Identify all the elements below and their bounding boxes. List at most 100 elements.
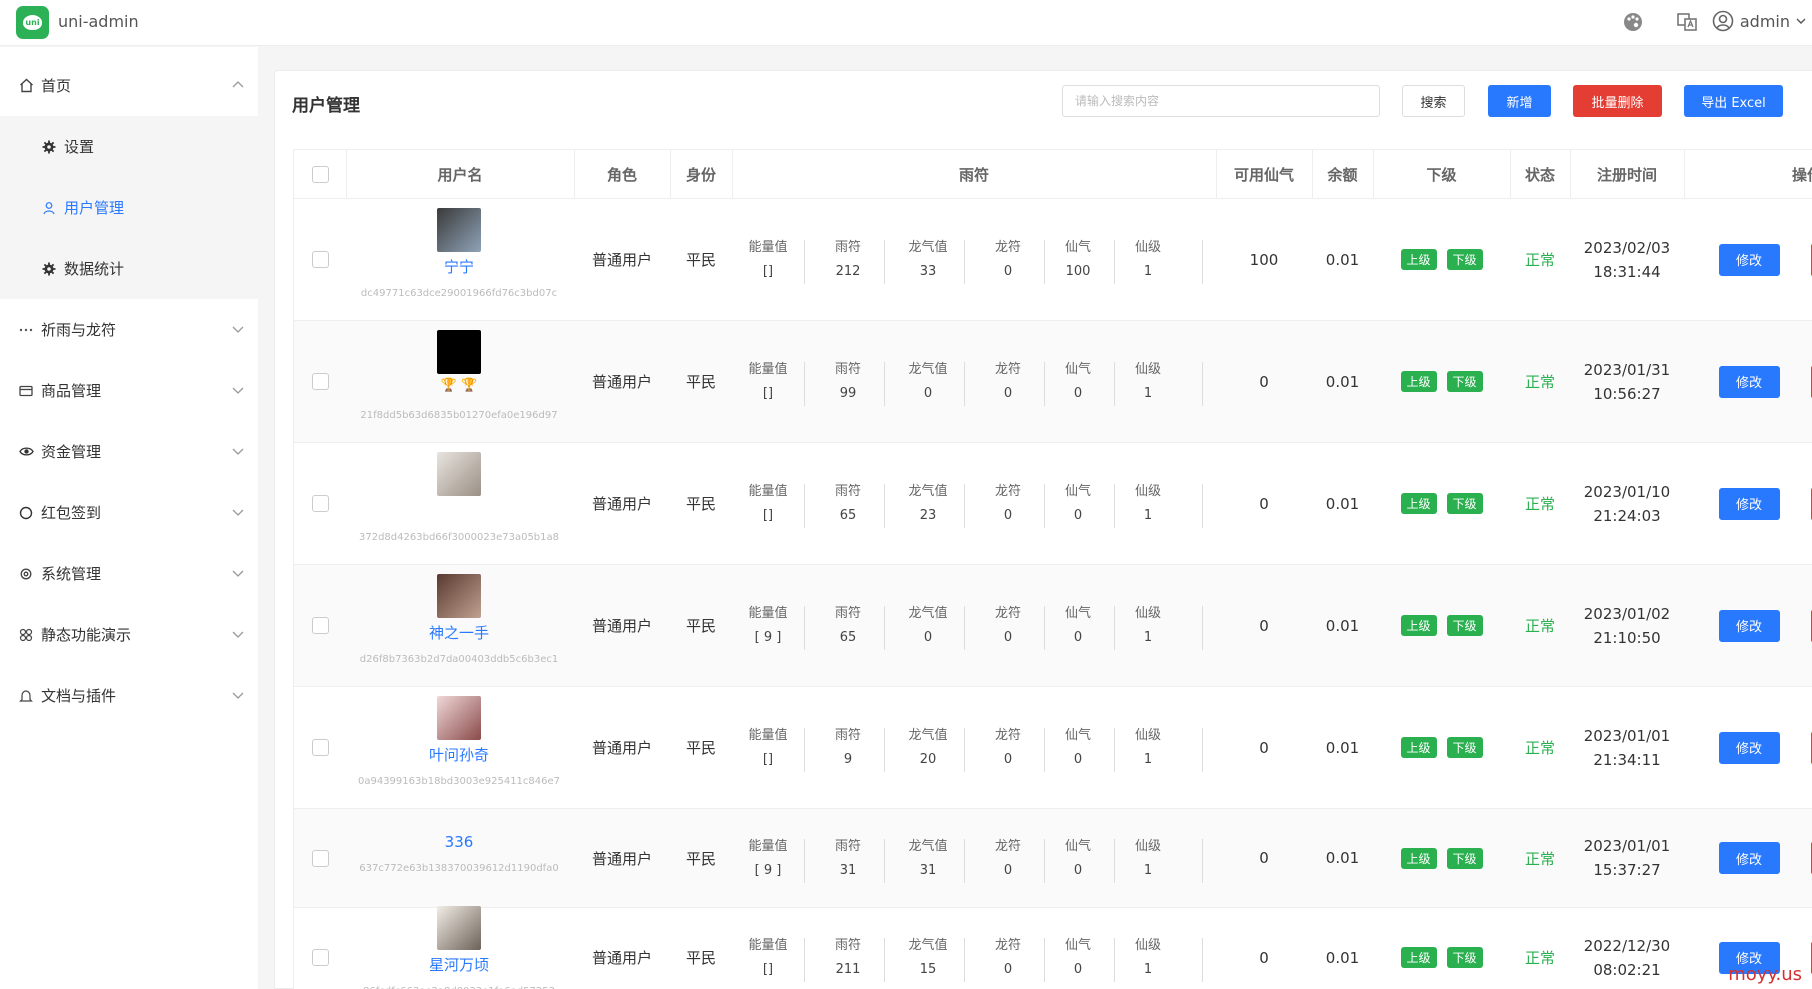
role-cell: 普通用户 <box>591 495 652 513</box>
rain-stat: 仙级 1 <box>1114 199 1182 320</box>
row-checkbox[interactable] <box>311 495 329 512</box>
avatar-icon <box>1712 10 1734 32</box>
chevron-up-icon <box>232 81 244 88</box>
edit-button[interactable]: 修改 <box>1718 842 1780 874</box>
stat-label: 雨符 <box>834 362 861 377</box>
chevron-down-icon <box>232 570 244 577</box>
sidebar-item-settings[interactable]: 设置 <box>0 116 258 177</box>
subordinate-tag[interactable]: 下级 <box>1446 249 1483 270</box>
stat-label: 雨符 <box>834 728 861 743</box>
subordinate-tag[interactable]: 下级 <box>1446 493 1483 514</box>
col-header-role: 角色 <box>606 166 637 184</box>
username-link[interactable]: 336 <box>346 833 572 851</box>
username-link[interactable]: 神之一手 <box>346 622 572 643</box>
sidebar-item-static-demo[interactable]: 静态功能演示 <box>0 604 258 665</box>
rain-stat: 能量值 [ 9 ] <box>734 565 802 686</box>
stat-divider <box>964 728 965 772</box>
row-checkbox[interactable] <box>311 949 329 966</box>
sidebar-item-system[interactable]: 系统管理 <box>0 543 258 604</box>
register-date: 2023/01/01 <box>1583 837 1671 855</box>
balance-cell: 0.01 <box>1325 616 1360 635</box>
edit-button[interactable]: 修改 <box>1718 609 1780 642</box>
subordinate-tag[interactable]: 下级 <box>1446 847 1483 869</box>
sidebar-item-user-management[interactable]: 用户管理 <box>0 177 258 238</box>
search-button[interactable]: 搜索 <box>1402 85 1465 117</box>
subordinate-cell: 上级 下级 <box>1373 908 1510 989</box>
rain-stat: 龙气值 0 <box>894 321 962 442</box>
subordinate-tag[interactable]: 下级 <box>1446 615 1483 636</box>
col-header-rain: 雨符 <box>958 166 989 184</box>
rain-stat: 雨符 65 <box>814 565 882 686</box>
stat-label: 仙气 <box>1064 362 1091 377</box>
sidebar-item-goods[interactable]: 商品管理 <box>0 360 258 421</box>
superior-tag[interactable]: 上级 <box>1400 737 1437 758</box>
superior-tag[interactable]: 上级 <box>1400 615 1437 636</box>
row-checkbox[interactable] <box>311 617 329 634</box>
subordinate-tag[interactable]: 下级 <box>1446 371 1483 392</box>
sidebar-item-statistics[interactable]: 数据统计 <box>0 238 258 299</box>
sidebar-item-label: 祈雨与龙符 <box>41 321 117 339</box>
sidebar-item-home[interactable]: 首页 <box>0 55 258 116</box>
language-icon[interactable] <box>1676 11 1698 33</box>
chevron-down-icon <box>232 509 244 516</box>
register-date: 2023/01/31 <box>1583 360 1671 379</box>
superior-tag[interactable]: 上级 <box>1400 947 1437 968</box>
stat-label: 雨符 <box>834 839 861 854</box>
avatar[interactable] <box>437 906 481 950</box>
export-excel-button[interactable]: 导出 Excel <box>1684 85 1783 117</box>
app-logo[interactable]: uni <box>16 6 49 39</box>
stat-label: 仙气 <box>1064 484 1091 499</box>
stat-label: 龙气值 <box>908 484 948 499</box>
subordinate-tag[interactable]: 下级 <box>1446 737 1483 758</box>
username-link[interactable]: 宁宁 <box>346 256 572 277</box>
row-checkbox[interactable] <box>311 251 329 268</box>
role-cell: 普通用户 <box>591 373 652 391</box>
chevron-down-icon <box>232 387 244 394</box>
stat-divider <box>804 240 805 284</box>
rain-stat: 龙符 0 <box>974 199 1042 320</box>
sidebar-item-rain-dragon[interactable]: 祈雨与龙符 <box>0 299 258 360</box>
edit-button[interactable]: 修改 <box>1718 731 1780 764</box>
row-checkbox[interactable] <box>311 739 329 756</box>
add-button[interactable]: 新增 <box>1488 85 1551 117</box>
row-checkbox[interactable] <box>311 373 329 390</box>
username-link[interactable]: 叶问孙奇 <box>346 744 572 765</box>
stat-value: [ 9 ] <box>754 863 782 878</box>
edit-button[interactable]: 修改 <box>1718 365 1780 398</box>
avatar[interactable] <box>437 330 481 374</box>
user-menu[interactable]: admin <box>1712 10 1806 32</box>
avatar[interactable] <box>437 696 481 740</box>
sidebar-item-funds[interactable]: 资金管理 <box>0 421 258 482</box>
table-header: 用户名 角色 身份 雨符 可用仙气 余额 下级 状态 注册时间 操作 <box>294 150 1812 199</box>
stat-divider <box>964 240 965 284</box>
avatar[interactable] <box>437 452 481 496</box>
username-link[interactable]: 星河万顷 <box>346 954 572 975</box>
edit-button[interactable]: 修改 <box>1718 243 1780 276</box>
avatar[interactable] <box>437 208 481 252</box>
stat-value: 31 <box>919 863 937 878</box>
sidebar-item-red-packet[interactable]: 红包签到 <box>0 482 258 543</box>
role-cell: 普通用户 <box>591 739 652 757</box>
subordinate-tag[interactable]: 下级 <box>1446 947 1483 968</box>
superior-tag[interactable]: 上级 <box>1400 371 1437 392</box>
row-checkbox[interactable] <box>311 849 329 867</box>
subordinate-cell: 上级 下级 <box>1373 443 1510 564</box>
actions-cell: 修改 <box>1684 809 1812 907</box>
col-header-status: 状态 <box>1524 166 1555 184</box>
sidebar-item-docs[interactable]: 文档与插件 <box>0 665 258 726</box>
stat-divider <box>964 839 965 883</box>
avatar[interactable] <box>437 574 481 618</box>
superior-tag[interactable]: 上级 <box>1400 249 1437 270</box>
sidebar-item-label: 系统管理 <box>41 565 102 583</box>
search-input[interactable] <box>1062 85 1380 117</box>
stat-divider <box>884 938 885 982</box>
superior-tag[interactable]: 上级 <box>1400 847 1437 869</box>
edit-button[interactable]: 修改 <box>1718 487 1780 520</box>
rain-stat: 仙级 1 <box>1114 687 1182 808</box>
superior-tag[interactable]: 上级 <box>1400 493 1437 514</box>
select-all-checkbox[interactable] <box>311 166 329 183</box>
palette-icon[interactable] <box>1622 11 1644 33</box>
stat-divider <box>964 606 965 650</box>
batch-delete-button[interactable]: 批量删除 <box>1573 85 1662 117</box>
stat-value: [] <box>762 264 774 279</box>
